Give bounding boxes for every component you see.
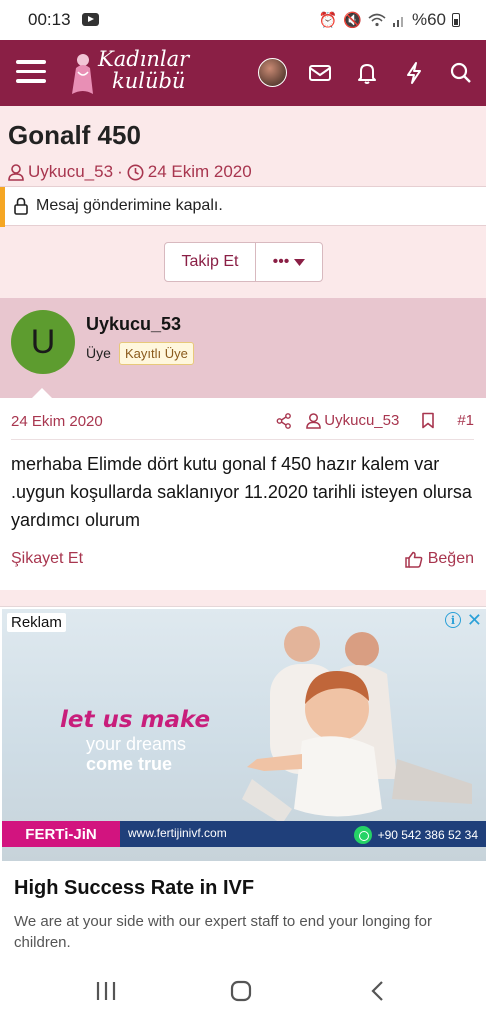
ad-contact-strip: FERTi-JiN www.fertijinivf.com +90 542 38… (2, 821, 486, 847)
site-logo[interactable]: Kadınlar kulübü (68, 46, 208, 100)
poster-name[interactable]: Uykucu_53 (86, 314, 181, 335)
site-header: Kadınlar kulübü (0, 40, 486, 106)
ad-info-icon[interactable]: i (444, 612, 461, 628)
share-icon[interactable] (276, 412, 292, 429)
status-icons: ⏰ 🔇 %60 (319, 10, 460, 30)
poster-badge: Kayıtlı Üye (119, 342, 194, 365)
ad-label: Reklam (7, 613, 66, 632)
mute-icon: 🔇 (343, 12, 362, 29)
post-author-link[interactable]: Uykucu_53 (306, 412, 399, 429)
youtube-icon (82, 13, 99, 26)
ad-headline-3: come true (86, 754, 173, 774)
post-message: 24 Ekim 2020 Uykucu_53 #1 merhaba Elimde… (0, 398, 486, 590)
ad-description: We are at your side with our expert staf… (14, 913, 433, 951)
logo-line1: Kadınlar (98, 47, 190, 71)
status-time: 00:13 (28, 10, 71, 29)
ad-image[interactable]: Reklam i ✕ let us make your dreams come … (2, 609, 486, 861)
page-content: Gonalf 450 Uykucu_53 · 24 Ekim 2020 Mesa… (0, 106, 486, 960)
mail-icon[interactable] (307, 60, 333, 86)
user-block-pointer (32, 388, 52, 398)
follow-button[interactable]: Takip Et (165, 243, 256, 281)
post-date[interactable]: 24 Ekim 2020 (11, 413, 103, 430)
logo-line2: kulübü (112, 69, 186, 93)
like-label: Beğen (427, 550, 474, 567)
user-avatar[interactable] (258, 58, 287, 87)
advertisement[interactable]: Reklam i ✕ let us make your dreams come … (0, 606, 486, 960)
post-author: Uykucu_53 (324, 412, 400, 429)
battery-icon (452, 13, 460, 27)
post-actions: Uykucu_53 #1 (276, 412, 474, 429)
back-icon[interactable] (370, 980, 386, 1002)
alarm-icon: ⏰ (318, 12, 338, 29)
wifi-icon (368, 13, 386, 27)
locked-text: Mesaj gönderimine kapalı. (36, 197, 223, 214)
thread-title: Gonalf 450 (8, 120, 141, 150)
notice-accent (0, 187, 5, 227)
user-icon (306, 412, 322, 429)
clock-icon (127, 164, 144, 180)
ad-close-icon[interactable]: ✕ (467, 611, 482, 629)
thread-author[interactable]: Uykucu_53 (28, 162, 113, 182)
ad-headline-2: your dreams (86, 734, 187, 754)
ad-brand: FERTi-JiN (2, 821, 120, 847)
bookmark-icon[interactable] (421, 412, 435, 429)
bell-icon[interactable] (354, 60, 380, 86)
menu-icon[interactable] (16, 60, 46, 84)
ad-headline-1: let us make (60, 707, 211, 733)
status-bar: 00:13 ⏰ 🔇 %60 (0, 0, 486, 40)
like-button[interactable]: Beğen (404, 550, 474, 568)
recent-apps-icon[interactable] (95, 980, 117, 1002)
ad-phone: +90 542 386 52 34 (353, 826, 478, 844)
ad-phone-number: +90 542 386 52 34 (377, 828, 478, 842)
system-nav-bar (0, 960, 486, 1024)
poster-avatar[interactable]: U (11, 310, 75, 374)
post-number[interactable]: #1 (457, 412, 474, 429)
ad-controls: i ✕ (444, 611, 482, 629)
caret-down-icon (294, 258, 306, 266)
more-options-button[interactable]: ••• (256, 243, 322, 281)
post-header: 24 Ekim 2020 Uykucu_53 #1 (11, 410, 474, 440)
post-body: merhaba Elimde dört kutu gonal f 450 haz… (11, 454, 472, 530)
search-icon[interactable] (448, 60, 474, 86)
signal-icon (392, 17, 403, 27)
post-user-block: U Uykucu_53 Üye Kayıtlı Üye (0, 298, 486, 398)
user-icon (8, 163, 24, 181)
home-icon[interactable] (230, 980, 252, 1002)
ad-url: www.fertijinivf.com (128, 826, 227, 840)
locked-notice: Mesaj gönderimine kapalı. (0, 186, 486, 227)
thread-date[interactable]: 24 Ekim 2020 (148, 162, 252, 182)
poster-role: Üye (86, 345, 111, 361)
whatsapp-icon (353, 826, 372, 844)
more-dots: ••• (272, 253, 290, 270)
logo-text: Kadınlar kulübü (98, 48, 189, 92)
thread-meta: Uykucu_53 · 24 Ekim 2020 (8, 162, 252, 182)
ad-title[interactable]: High Success Rate in IVF (14, 877, 254, 900)
logo-figure-icon (72, 54, 93, 94)
bolt-icon[interactable] (401, 60, 427, 86)
lock-icon (14, 197, 28, 215)
battery-level: %60 (411, 10, 446, 29)
meta-separator: · (117, 162, 123, 181)
thumbs-up-icon (404, 551, 423, 568)
thread-actions: Takip Et ••• (164, 242, 323, 282)
report-link[interactable]: Şikayet Et (11, 550, 83, 568)
